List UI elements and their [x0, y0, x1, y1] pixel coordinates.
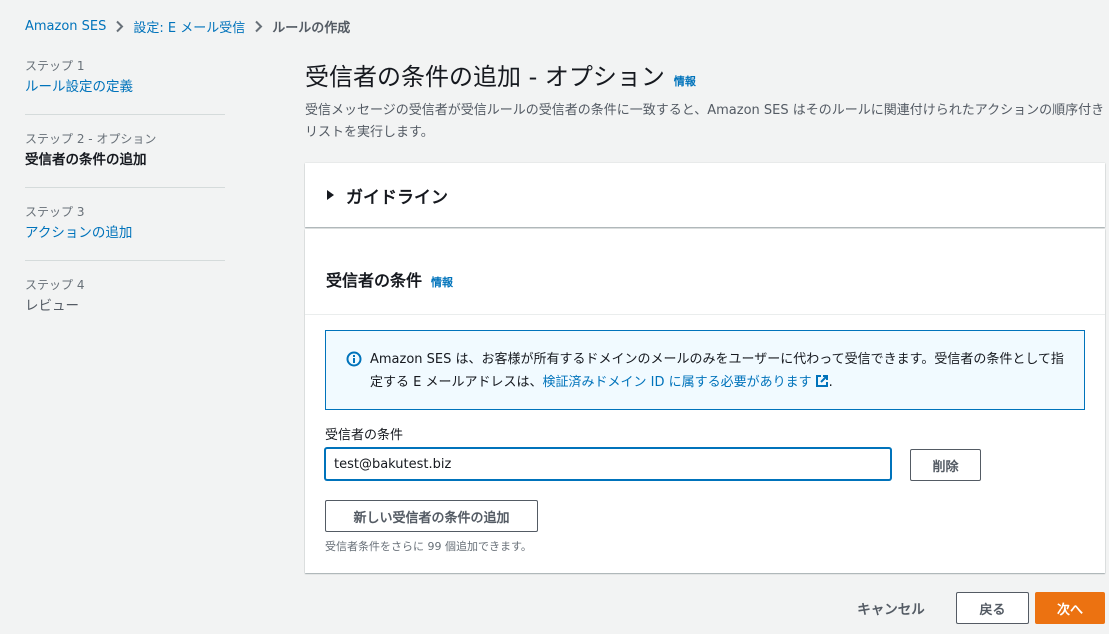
info-alert: Amazon SES は、お客様が所有するドメインのメールのみをユーザーに代わっ… [325, 330, 1085, 410]
verified-domain-link-text: 検証済みドメイン ID に属する必要があります [542, 375, 812, 390]
wizard-steps: ステップ 1 ルール設定の定義 ステップ 2 - オプション 受信者の条件の追加… [25, 58, 225, 349]
step-3: ステップ 3 アクションの追加 [25, 204, 225, 261]
page-title: 受信者の条件の追加 - オプション [305, 63, 665, 91]
panel-header: 受信者の条件 情報 [305, 229, 1105, 315]
step-number: ステップ 2 - オプション [25, 132, 157, 146]
info-circle-icon [346, 351, 362, 371]
step-4: ステップ 4 レビュー [25, 277, 225, 333]
breadcrumb: Amazon SES 設定: E メール受信 ルールの作成 [25, 17, 350, 36]
add-recipient-condition-button[interactable]: 新しい受信者の条件の追加 [325, 500, 538, 532]
page-header: 受信者の条件の追加 - オプション 情報 [305, 57, 1105, 92]
panel-title: 受信者の条件 [326, 271, 423, 290]
verified-domain-link[interactable]: 検証済みドメイン ID に属する必要があります [542, 375, 828, 390]
step-number: ステップ 3 [25, 205, 85, 219]
recipient-condition-label: 受信者の条件 [325, 428, 404, 443]
guidelines-title: ガイドライン [346, 187, 448, 208]
recipient-conditions-panel: 受信者の条件 情報 Amazon SES は、お客様が所有するドメインのメールの… [305, 229, 1105, 573]
step-review: レビュー [25, 298, 79, 314]
step-number: ステップ 4 [25, 278, 85, 292]
back-button[interactable]: 戻る [956, 592, 1029, 624]
chevron-right-icon [115, 20, 124, 33]
alert-text: Amazon SES は、お客様が所有するドメインのメールのみをユーザーに代わっ… [370, 348, 1064, 396]
alert-text-after: . [828, 375, 833, 390]
step-link-define-rule[interactable]: ルール設定の定義 [25, 76, 225, 98]
breadcrumb-email-receiving[interactable]: 設定: E メール受信 [133, 17, 245, 36]
next-button[interactable]: 次へ [1035, 592, 1105, 624]
remaining-conditions-hint: 受信者条件をさらに 99 個追加できます。 [325, 540, 532, 553]
breadcrumb-amazon-ses[interactable]: Amazon SES [25, 19, 106, 34]
chevron-right-icon [254, 20, 263, 33]
guidelines-expander[interactable]: ガイドライン [305, 163, 1105, 227]
breadcrumb-current: ルールの作成 [272, 21, 351, 36]
page: Amazon SES 設定: E メール受信 ルールの作成 ステップ 1 ルール… [0, 0, 1109, 634]
step-2: ステップ 2 - オプション 受信者の条件の追加 [25, 131, 225, 188]
step-current-recipient-conditions: 受信者の条件の追加 [25, 152, 147, 168]
caret-right-icon [327, 190, 334, 200]
recipient-condition-input[interactable] [325, 448, 891, 480]
main-content: 受信者の条件の追加 - オプション 情報 受信メッセージの受信者が受信ルールの受… [305, 57, 1105, 624]
info-link[interactable]: 情報 [431, 274, 453, 290]
external-link-icon [815, 373, 829, 396]
info-link[interactable]: 情報 [674, 73, 696, 89]
page-description: 受信メッセージの受信者が受信ルールの受信者の条件に一致すると、Amazon SE… [305, 103, 1105, 140]
step-1: ステップ 1 ルール設定の定義 [25, 58, 225, 115]
cancel-button[interactable]: キャンセル [841, 591, 941, 625]
step-link-add-actions[interactable]: アクションの追加 [25, 222, 225, 244]
step-number: ステップ 1 [25, 59, 85, 73]
guidelines-panel: ガイドライン [305, 163, 1105, 227]
remove-button[interactable]: 削除 [910, 449, 981, 481]
wizard-actions: キャンセル 戻る 次へ [305, 591, 1105, 625]
